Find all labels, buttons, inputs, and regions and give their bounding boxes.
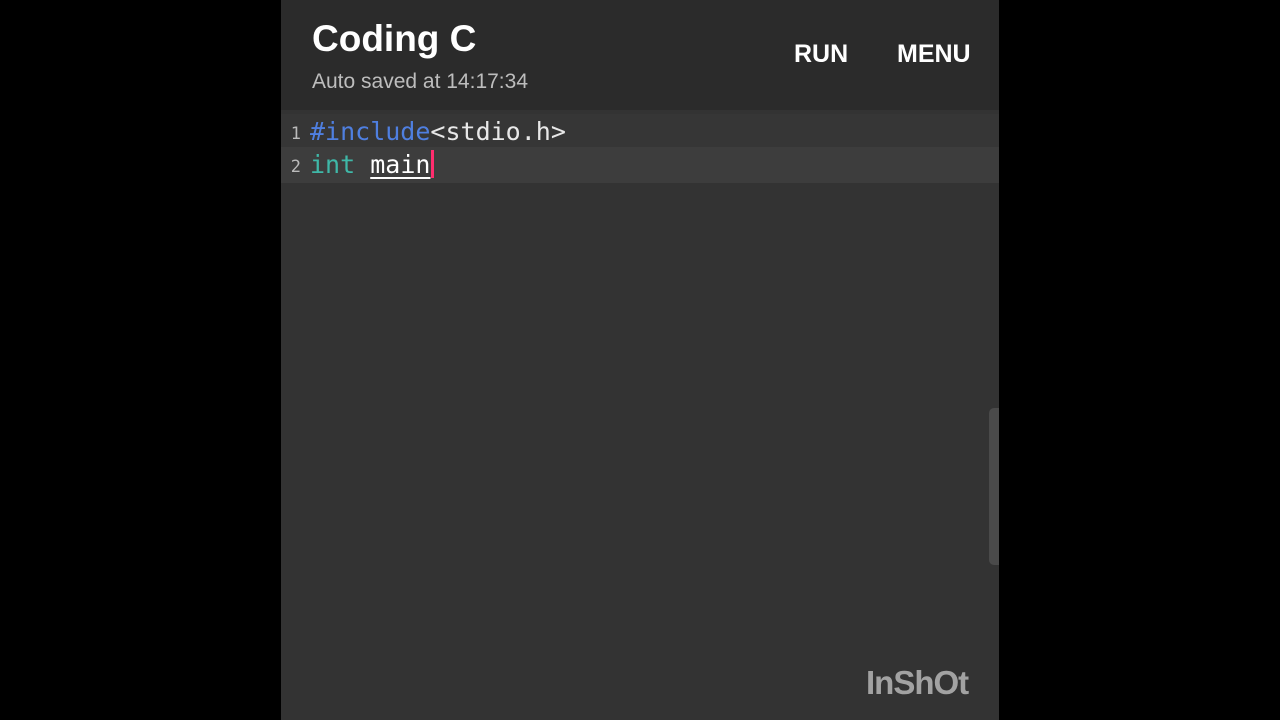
letterbox-left bbox=[0, 0, 281, 720]
scrollbar-thumb[interactable] bbox=[989, 408, 999, 565]
token-header: <stdio.h> bbox=[430, 117, 566, 146]
token-keyword: int bbox=[310, 150, 356, 179]
app-title: Coding C bbox=[312, 18, 477, 59]
watermark-logo: InShOt bbox=[866, 664, 969, 701]
code-editor[interactable]: 1 #include<stdio.h> 2 int main bbox=[281, 110, 999, 720]
app-screen: Coding C Auto saved at 14:17:34 RUN MENU… bbox=[281, 0, 999, 720]
text-caret bbox=[431, 150, 435, 178]
code-text[interactable]: #include<stdio.h> bbox=[310, 116, 566, 148]
line-number: 2 bbox=[290, 157, 301, 177]
code-text[interactable]: int main bbox=[310, 149, 435, 181]
token-identifier: main bbox=[370, 150, 431, 179]
letterbox-right bbox=[999, 0, 1280, 720]
run-button[interactable]: RUN bbox=[794, 40, 848, 69]
app-bar: Coding C Auto saved at 14:17:34 RUN MENU bbox=[281, 0, 999, 110]
autosave-status: Auto saved at 14:17:34 bbox=[312, 70, 528, 93]
line-number: 1 bbox=[290, 124, 301, 144]
token-directive: #include bbox=[310, 117, 431, 146]
code-line[interactable]: 1 #include<stdio.h> bbox=[281, 114, 999, 150]
code-line-active[interactable]: 2 int main bbox=[281, 147, 999, 183]
menu-button[interactable]: MENU bbox=[897, 40, 971, 69]
